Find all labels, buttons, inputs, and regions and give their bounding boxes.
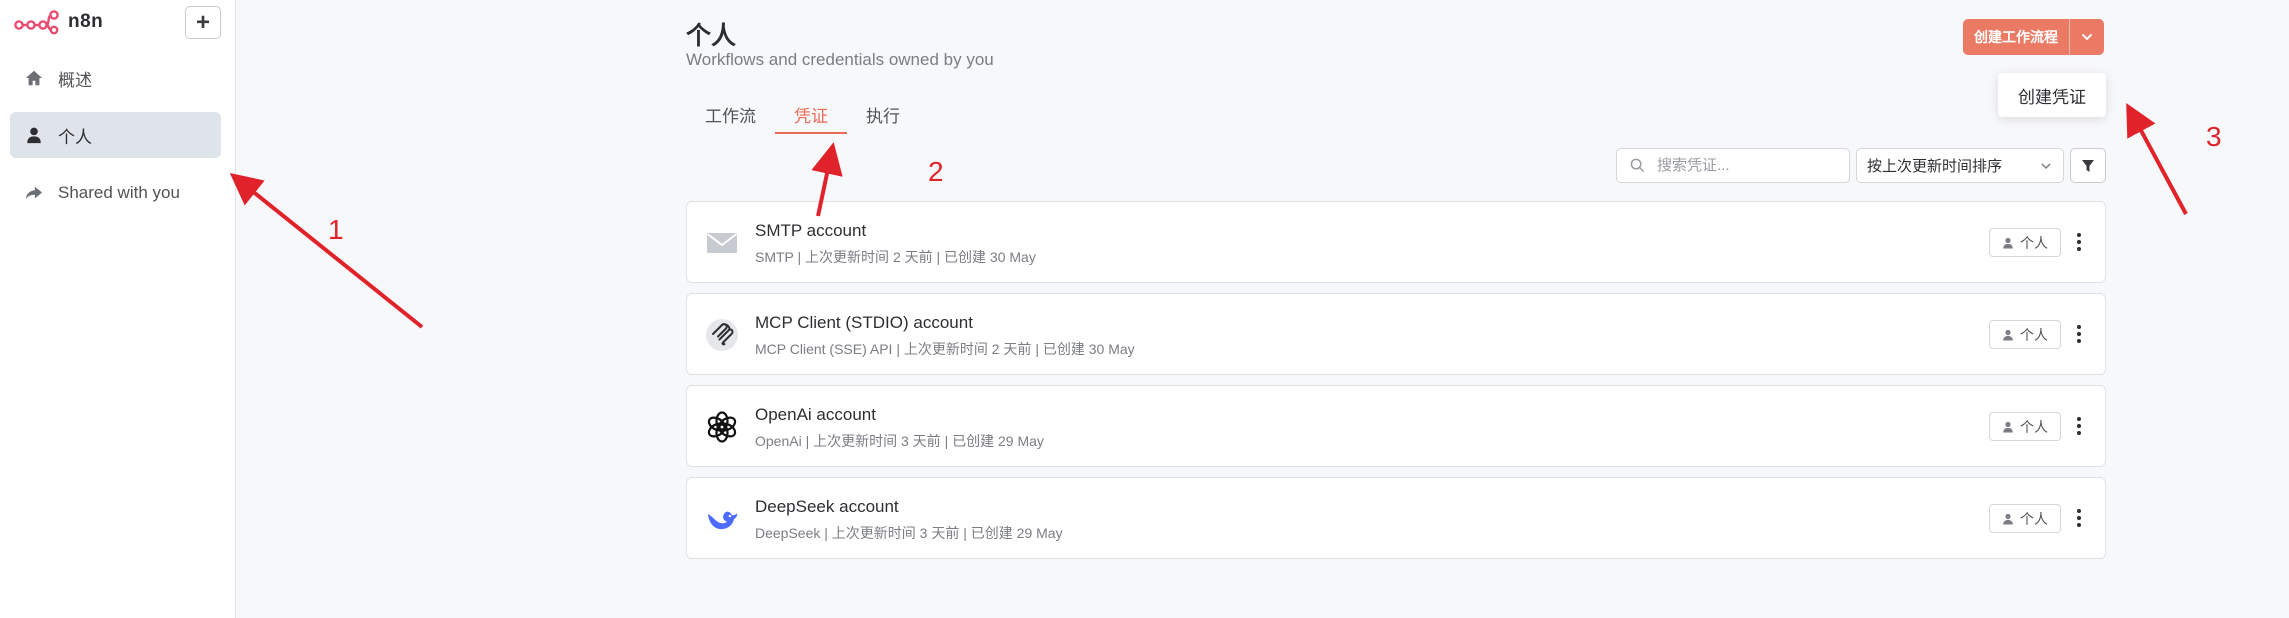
n8n-logo-icon [14,10,59,35]
deepseek-icon [704,501,740,537]
chevron-down-icon [2041,162,2051,169]
sidebar-item-label: 个人 [58,127,92,147]
credential-meta: OpenAi | 上次更新时间 3 天前 | 已创建 29 May [755,433,1044,449]
annotation-arrow-1 [229,172,424,329]
app-logo[interactable]: n8n [14,9,103,35]
user-icon [2003,513,2013,524]
sidebar-item-overview[interactable]: 概述 [10,55,221,101]
tab-workflows[interactable]: 工作流 [686,98,775,134]
openai-icon [704,409,740,445]
more-options-icon[interactable] [2070,319,2088,349]
more-options-icon[interactable] [2070,227,2088,257]
credential-name: OpenAi account [755,405,876,424]
app-name: n8n [68,11,104,32]
plus-icon: + [195,8,210,36]
sidebar-item-label: 概述 [58,70,92,90]
sort-select[interactable]: 按上次更新时间排序 [1856,148,2064,183]
search-icon [1630,158,1645,173]
sidebar-item-personal[interactable]: 个人 [10,112,221,158]
create-workflow-split-button: 创建工作流程 [1963,19,2104,55]
sidebar-item-shared[interactable]: Shared with you [10,170,221,216]
owner-badge-label: 个人 [2020,234,2048,251]
credential-meta: MCP Client (SSE) API | 上次更新时间 2 天前 | 已创建… [755,341,1135,357]
more-options-icon[interactable] [2070,503,2088,533]
annotation-label-3: 3 [2206,121,2222,152]
owner-badge-label: 个人 [2020,326,2048,343]
credential-name: SMTP account [755,221,867,240]
create-workflow-button[interactable]: 创建工作流程 [1963,19,2069,55]
more-options-icon[interactable] [2070,411,2088,441]
mail-icon [704,225,740,261]
annotation-label-1: 1 [328,214,344,245]
tabs: 工作流 凭证 执行 [686,98,919,134]
filter-icon [2082,159,2094,172]
filter-button[interactable] [2070,148,2106,183]
chevron-down-icon [2082,34,2092,41]
create-dropdown-toggle[interactable] [2069,19,2104,55]
credential-name: DeepSeek account [755,497,899,516]
mcp-icon [704,317,740,353]
credential-name: MCP Client (STDIO) account [755,313,973,332]
share-icon [24,183,44,203]
owner-badge: 个人 [1989,228,2061,257]
add-button[interactable]: + [185,6,221,39]
credential-card-openai[interactable]: OpenAi account OpenAi | 上次更新时间 3 天前 | 已创… [686,385,2106,467]
annotation-arrow-3 [2126,102,2188,215]
user-icon [2003,329,2013,340]
tab-executions[interactable]: 执行 [847,98,919,134]
owner-badge: 个人 [1989,412,2061,441]
home-icon [24,68,44,88]
user-icon [2003,421,2013,432]
credential-card-smtp[interactable]: SMTP account SMTP | 上次更新时间 2 天前 | 已创建 30… [686,201,2106,283]
sidebar-item-label: Shared with you [58,183,180,202]
credential-card-deepseek[interactable]: DeepSeek account DeepSeek | 上次更新时间 3 天前 … [686,477,2106,559]
tab-credentials[interactable]: 凭证 [775,98,847,134]
user-icon [2003,237,2013,248]
sidebar: n8n + 概述 个人 Shared with you [0,0,236,618]
create-credential-menu-item[interactable]: 创建凭证 [1998,73,2106,117]
user-icon [24,125,44,145]
owner-badge: 个人 [1989,320,2061,349]
owner-badge-label: 个人 [2020,418,2048,435]
page-subtitle: Workflows and credentials owned by you [686,50,994,69]
credential-meta: DeepSeek | 上次更新时间 3 天前 | 已创建 29 May [755,525,1063,541]
owner-badge: 个人 [1989,504,2061,533]
sort-value: 按上次更新时间排序 [1867,158,2003,175]
owner-badge-label: 个人 [2020,510,2048,527]
credential-card-mcp[interactable]: MCP Client (STDIO) account MCP Client (S… [686,293,2106,375]
page-title: 个人 [686,22,737,50]
search-input[interactable] [1657,157,1837,174]
search-box[interactable] [1616,148,1850,183]
annotation-label-2: 2 [928,156,944,187]
credential-meta: SMTP | 上次更新时间 2 天前 | 已创建 30 May [755,249,1036,265]
